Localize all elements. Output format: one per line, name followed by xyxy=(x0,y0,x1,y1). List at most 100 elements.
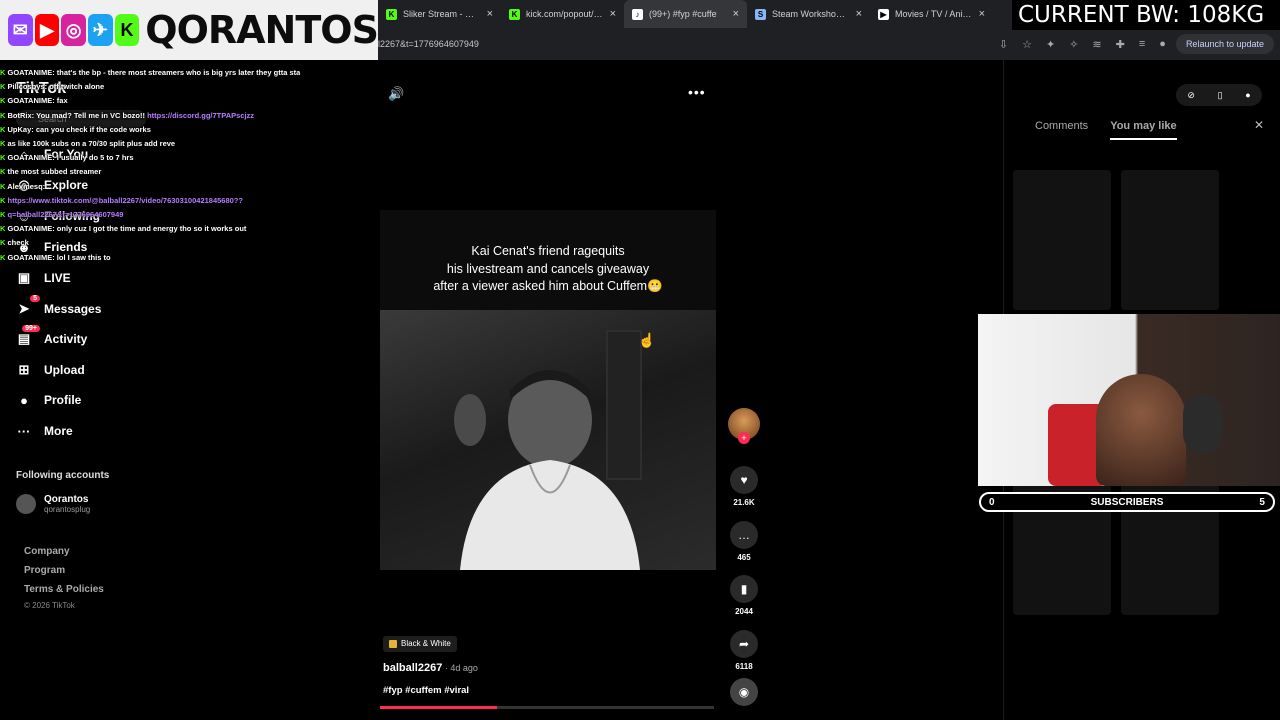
chat-username[interactable]: Alexmesq xyxy=(7,182,42,191)
sidebar-item-label: Activity xyxy=(44,332,88,346)
chat-username[interactable]: UpKay xyxy=(8,125,32,134)
chat-text: as like 100k subs on a 70/30 split plus … xyxy=(7,139,176,149)
sidebar-item-upload[interactable]: ⊞ Upload xyxy=(16,362,85,378)
caption-line: after a viewer asked him about Cuffem😬 xyxy=(433,279,663,293)
panel-tabs: Comments You may like xyxy=(1035,120,1177,140)
comment-button[interactable]: … 465 xyxy=(726,521,762,562)
sidebar-item-live[interactable]: ▣ LIVE xyxy=(16,270,71,286)
volume-icon[interactable]: 🔊 xyxy=(388,86,404,102)
creator-avatar[interactable]: + xyxy=(726,408,762,444)
music-disc-icon: ◉ xyxy=(730,678,758,706)
extension-icon-3[interactable]: ≋ xyxy=(1092,38,1101,51)
sidebar-item-messages[interactable]: ➤ 5 Messages xyxy=(16,295,102,317)
kick-badge-icon: K xyxy=(0,96,8,106)
kick-badge-icon: K xyxy=(0,153,8,163)
media-queue-icon[interactable]: ≡ xyxy=(1139,38,1145,50)
effect-label: Black & White xyxy=(401,639,451,648)
phone-icon[interactable]: ▯ xyxy=(1218,90,1223,101)
profile-avatar-icon[interactable]: ● xyxy=(1159,38,1166,50)
extension-icon-1[interactable]: ✦ xyxy=(1046,38,1055,51)
like-button[interactable]: ♥ 21.6K xyxy=(726,466,762,507)
chat-username[interactable]: GOATANIME xyxy=(8,96,53,105)
subs-label: SUBSCRIBERS xyxy=(1090,496,1164,508)
chat-text: : xyxy=(42,181,46,191)
share-button[interactable]: ➦ 6118 xyxy=(726,630,762,671)
kick-badge-icon: K xyxy=(0,68,8,77)
chat-message: K GOATANIME: fax xyxy=(0,94,300,108)
suggestion-placeholder[interactable] xyxy=(1013,170,1111,310)
save-button[interactable]: ▮ 2044 xyxy=(726,575,762,616)
tab-close-icon[interactable]: × xyxy=(979,8,985,20)
follow-plus-icon[interactable]: + xyxy=(738,432,750,444)
kick-badge-icon: K xyxy=(0,124,8,134)
video-author[interactable]: balball2267 · 4d ago xyxy=(383,662,478,674)
footer-link-company[interactable]: Company xyxy=(24,546,70,557)
url-bar[interactable]: l2267&t=1776964607949 xyxy=(378,39,999,49)
chat-username[interactable]: GOATANIME xyxy=(8,253,53,262)
tab-close-icon[interactable]: × xyxy=(487,8,493,20)
tab-1[interactable]: K Sliker Stream - Watc × xyxy=(378,0,501,28)
extension-icon-2[interactable]: ✧ xyxy=(1069,38,1078,51)
chat-username[interactable]: GOATANIME xyxy=(8,68,53,77)
chat-username[interactable]: Pillcosbys xyxy=(8,82,45,91)
bandwidth-readout: CURRENT BW: 108KG xyxy=(1012,0,1280,30)
chat-link[interactable]: https://discord.gg/7TPAPscjzz xyxy=(147,111,254,120)
share-arrow-icon: ➦ xyxy=(730,630,758,658)
tab-3[interactable]: ♪ (99+) #fyp #cuffe × xyxy=(624,0,747,28)
caption-line: his livestream and cancels giveaway xyxy=(446,261,650,276)
video-hashtags[interactable]: #fyp #cuffem #viral xyxy=(383,685,469,696)
sidebar-item-label: LIVE xyxy=(44,271,71,285)
tab-title: Steam Workshop::CS xyxy=(772,9,850,19)
tab-4[interactable]: S Steam Workshop::CS × xyxy=(747,0,870,28)
tab-close-icon[interactable]: × xyxy=(610,8,616,20)
close-icon[interactable]: ✕ xyxy=(1254,118,1264,132)
tab-strip: K Sliker Stream - Watc × Kkick.com/popout/q… xyxy=(378,0,1018,28)
tab-you-may-like[interactable]: You may like xyxy=(1110,120,1177,140)
chat-link[interactable]: https://www.tiktok.com/@balball2267/vide… xyxy=(8,196,243,205)
brand-name: QORANTOS xyxy=(145,8,379,52)
footer-link-program[interactable]: Program xyxy=(24,565,65,576)
chat-text: : off twitch alone xyxy=(44,82,105,92)
sidebar-item-label: Messages xyxy=(44,302,102,316)
compass-icon[interactable]: ⊘ xyxy=(1187,90,1195,101)
tab-5[interactable]: ▶ Movies / TV / Anime × xyxy=(870,0,993,28)
chat-message: K as like 100k subs on a 70/30 split plu… xyxy=(0,137,300,151)
following-accounts-title: Following accounts xyxy=(16,470,110,481)
more-options-icon[interactable]: ••• xyxy=(688,84,706,100)
save-count: 2044 xyxy=(735,607,753,616)
headphones xyxy=(1183,394,1223,454)
sidebar-item-profile[interactable]: ● Profile xyxy=(16,392,81,408)
effect-tag[interactable]: Black & White xyxy=(383,636,457,652)
webcam-person xyxy=(1096,374,1186,486)
chat-username[interactable]: BotRix xyxy=(8,111,32,120)
tab-favicon-icon: ▶ xyxy=(878,8,889,20)
chat-message: K check xyxy=(0,236,300,250)
video-progress-bar[interactable] xyxy=(380,706,714,709)
instagram-logo-icon: ◎ xyxy=(61,14,86,46)
tab-comments[interactable]: Comments xyxy=(1035,120,1088,140)
chat-username[interactable]: GOATANIME xyxy=(8,153,53,162)
chat-link[interactable]: q=balball2267&t=1776964607949 xyxy=(8,210,124,219)
video-person xyxy=(454,370,640,570)
sidebar-item-activity[interactable]: ▤ 99+ Activity xyxy=(16,325,88,347)
chat-message: K BotRix: You mad? Tell me in VC bozo!! … xyxy=(0,109,300,123)
tab-close-icon[interactable]: × xyxy=(733,8,739,20)
following-account[interactable]: Qorantos qorantosplug xyxy=(16,494,90,514)
extensions-puzzle-icon[interactable]: ✚ xyxy=(1116,38,1125,51)
relaunch-button[interactable]: Relaunch to update xyxy=(1175,34,1274,54)
bookmark-star-icon[interactable]: ☆ xyxy=(1022,38,1032,51)
footer-link-terms[interactable]: Terms & Policies xyxy=(24,584,104,595)
sidebar-item-label: Upload xyxy=(44,363,85,377)
profile-avatar-icon[interactable]: ● xyxy=(1245,90,1250,100)
install-icon[interactable]: ⇩ xyxy=(999,38,1008,51)
tab-close-icon[interactable]: × xyxy=(856,8,862,20)
tab-2[interactable]: Kkick.com/popout/qor × xyxy=(501,0,624,28)
sound-disc[interactable]: ◉ xyxy=(726,678,762,706)
suggestion-placeholder[interactable] xyxy=(1121,170,1219,310)
sidebar-item-more[interactable]: ··· More xyxy=(16,423,73,439)
screen: K Sliker Stream - Watc × Kkick.com/popout/q… xyxy=(0,0,1280,720)
chat-username[interactable]: GOATANIME xyxy=(8,224,53,233)
tab-title: (99+) #fyp #cuffe xyxy=(649,9,717,19)
effect-icon xyxy=(389,640,397,648)
send-icon: ➤ 5 xyxy=(16,295,40,317)
